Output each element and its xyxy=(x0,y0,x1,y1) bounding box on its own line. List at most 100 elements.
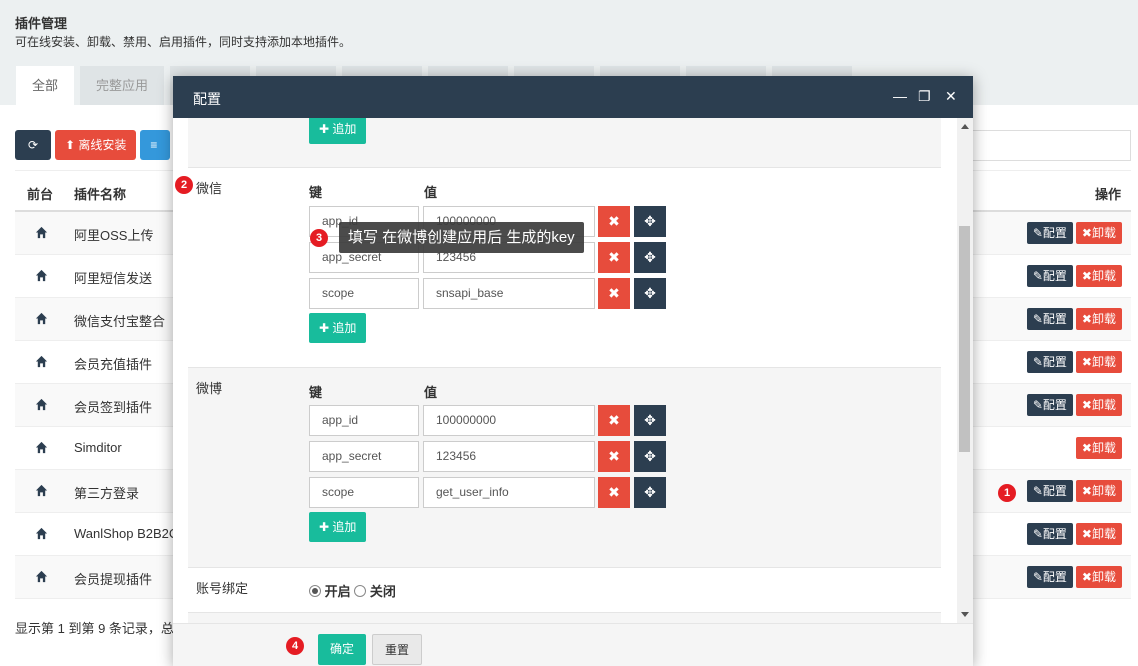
pencil-icon: ✎ xyxy=(1032,484,1043,498)
uninstall-label: 卸载 xyxy=(1091,269,1116,283)
search-input[interactable] xyxy=(960,130,1131,161)
delete-row-button[interactable]: ✖ xyxy=(598,441,630,472)
config-button[interactable]: ✎配置 xyxy=(1026,222,1073,244)
plugin-name: Simditor xyxy=(74,440,122,455)
uninstall-button[interactable]: ✖卸载 xyxy=(1075,394,1122,416)
config-button[interactable]: ✎配置 xyxy=(1026,265,1073,287)
value-input[interactable]: get_user_info xyxy=(423,477,595,508)
drag-row-button[interactable]: ✥ xyxy=(634,441,666,472)
config-button[interactable]: ✎配置 xyxy=(1026,351,1073,373)
uninstall-label: 卸载 xyxy=(1091,312,1116,326)
row-actions: ✎配置 ✖卸载 xyxy=(1026,265,1122,287)
uninstall-label: 卸载 xyxy=(1091,527,1116,541)
home-icon[interactable] xyxy=(35,570,48,583)
config-button[interactable]: ✎配置 xyxy=(1026,394,1073,416)
key-input[interactable]: scope xyxy=(309,278,419,309)
plugin-name: WanlShop B2B2C xyxy=(74,526,179,541)
x-icon: ✖ xyxy=(1081,484,1092,498)
close-icon[interactable]: ✕ xyxy=(945,89,957,103)
radio-off[interactable] xyxy=(354,585,367,597)
pagination-info: 显示第 1 到第 9 条记录，总 xyxy=(15,621,174,636)
key-input[interactable]: app_id xyxy=(309,405,419,436)
tab-all[interactable]: 全部 xyxy=(16,66,75,105)
uninstall-button[interactable]: ✖卸载 xyxy=(1075,523,1122,545)
refresh-button[interactable]: ⟳ xyxy=(15,130,51,160)
maximize-icon[interactable]: ❐ xyxy=(918,89,931,103)
tab-full-app[interactable]: 完整应用 xyxy=(80,66,165,105)
drag-row-button[interactable]: ✥ xyxy=(634,206,666,237)
config-button[interactable]: ✎配置 xyxy=(1026,308,1073,330)
delete-row-button[interactable]: ✖ xyxy=(598,242,630,273)
home-icon[interactable] xyxy=(35,441,48,454)
x-icon: ✖ xyxy=(1081,441,1092,455)
page-title: 插件管理 xyxy=(15,16,68,31)
delete-row-button[interactable]: ✖ xyxy=(598,477,630,508)
value-input[interactable]: 100000000 xyxy=(423,405,595,436)
config-button[interactable]: ✎配置 xyxy=(1026,480,1073,502)
uninstall-button[interactable]: ✖卸载 xyxy=(1075,222,1122,244)
delete-row-button[interactable]: ✖ xyxy=(598,278,630,309)
home-icon[interactable] xyxy=(35,312,48,325)
value-input[interactable]: snsapi_base xyxy=(423,278,595,309)
delete-row-button[interactable]: ✖ xyxy=(598,405,630,436)
pencil-icon: ✎ xyxy=(1032,527,1043,541)
drag-row-button[interactable]: ✥ xyxy=(634,405,666,436)
scroll-up-icon[interactable] xyxy=(961,124,969,129)
config-section-account-binding: 账号绑定 开启 关闭 xyxy=(188,568,941,613)
minimize-icon[interactable]: — xyxy=(893,89,907,103)
drag-row-button[interactable]: ✥ xyxy=(634,242,666,273)
home-icon[interactable] xyxy=(35,269,48,282)
x-icon: ✖ xyxy=(608,213,620,229)
list-button[interactable]: ≡ xyxy=(140,130,171,160)
add-button[interactable]: ✚ 追加 xyxy=(309,118,367,144)
move-icon: ✥ xyxy=(644,448,656,464)
delete-row-button[interactable]: ✖ xyxy=(598,206,630,237)
config-button[interactable]: ✎配置 xyxy=(1026,566,1073,588)
add-button[interactable]: ✚ 追加 xyxy=(309,313,367,343)
radio-on-label: 开启 xyxy=(324,584,351,599)
uninstall-button[interactable]: ✖卸载 xyxy=(1075,308,1122,330)
scroll-down-icon[interactable] xyxy=(961,612,969,617)
home-icon[interactable] xyxy=(35,355,48,368)
plus-icon: ✚ xyxy=(319,321,330,335)
config-section-next xyxy=(188,613,941,623)
dialog-scrollbar[interactable] xyxy=(957,118,973,623)
uninstall-label: 卸载 xyxy=(1091,398,1116,412)
home-icon[interactable] xyxy=(35,527,48,540)
reset-button[interactable]: 重置 xyxy=(372,634,423,665)
config-dialog: 配置 — ❐ ✕ ✚ 追加 微信 键 值 app_id 100000000 ✖ … xyxy=(173,76,973,666)
pencil-icon: ✎ xyxy=(1032,355,1043,369)
key-input[interactable]: app_secret xyxy=(309,441,419,472)
home-icon[interactable] xyxy=(35,484,48,497)
radio-on[interactable] xyxy=(309,585,321,597)
toolbar: ⟳ ⬆ 离线安装 ≡ xyxy=(15,130,171,160)
pencil-icon: ✎ xyxy=(1032,398,1043,412)
value-input[interactable]: 123456 xyxy=(423,441,595,472)
move-icon: ✥ xyxy=(644,249,656,265)
row-actions: ✖卸载 xyxy=(1075,437,1122,459)
uninstall-button[interactable]: ✖卸载 xyxy=(1075,437,1122,459)
config-label: 配置 xyxy=(1042,398,1067,412)
add-button[interactable]: ✚ 追加 xyxy=(309,512,367,542)
uninstall-button[interactable]: ✖卸载 xyxy=(1075,566,1122,588)
upload-icon: ⬆ xyxy=(65,138,76,152)
config-label: 配置 xyxy=(1042,312,1067,326)
key-header: 键 xyxy=(309,185,323,200)
offline-install-button[interactable]: ⬆ 离线安装 xyxy=(55,130,137,160)
row-actions: ✎配置 ✖卸载 xyxy=(1026,480,1122,502)
uninstall-button[interactable]: ✖卸载 xyxy=(1075,480,1122,502)
home-icon[interactable] xyxy=(35,226,48,239)
drag-row-button[interactable]: ✥ xyxy=(634,477,666,508)
value-header: 值 xyxy=(424,185,438,200)
plugin-name: 阿里短信发送 xyxy=(74,271,153,286)
scroll-thumb[interactable] xyxy=(959,226,970,452)
x-icon: ✖ xyxy=(608,249,620,265)
x-icon: ✖ xyxy=(608,412,620,428)
home-icon[interactable] xyxy=(35,398,48,411)
uninstall-button[interactable]: ✖卸载 xyxy=(1075,265,1122,287)
confirm-button[interactable]: 确定 xyxy=(318,634,367,665)
key-input[interactable]: scope xyxy=(309,477,419,508)
uninstall-button[interactable]: ✖卸载 xyxy=(1075,351,1122,373)
drag-row-button[interactable]: ✥ xyxy=(634,278,666,309)
config-button[interactable]: ✎配置 xyxy=(1026,523,1073,545)
